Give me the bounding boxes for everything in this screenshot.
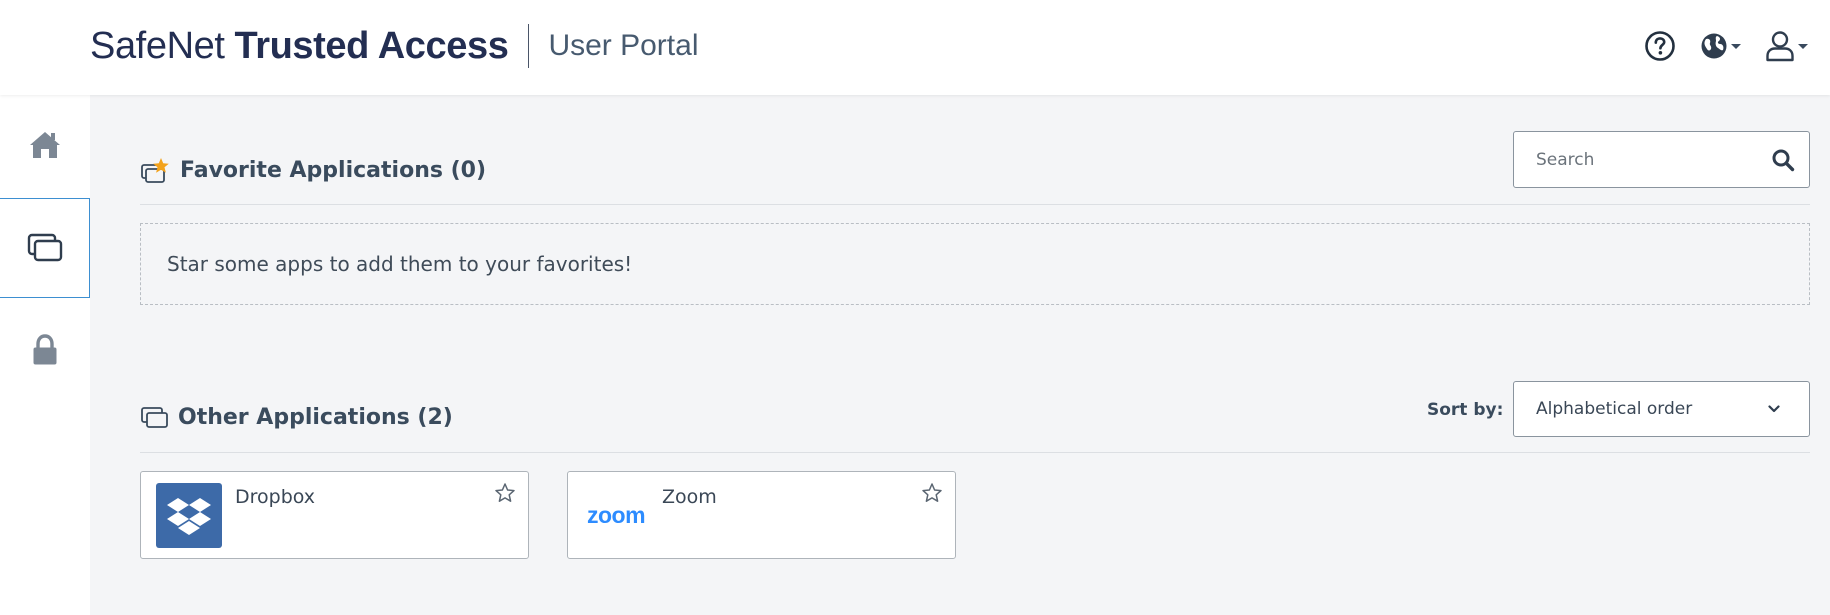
zoom-logo: zoom	[583, 483, 649, 548]
sidebar-item-home[interactable]	[0, 95, 90, 195]
brand-logo[interactable]: SafeNet Trusted Access User Portal	[90, 22, 698, 70]
applications-icon	[141, 406, 168, 428]
brand-name-bold: Trusted Access	[234, 24, 509, 67]
dropbox-logo	[156, 483, 222, 548]
app-name: Dropbox	[235, 486, 316, 508]
home-icon	[30, 132, 60, 158]
favorite-toggle-button[interactable]	[921, 482, 943, 508]
language-menu-button[interactable]	[1700, 32, 1741, 60]
other-apps-divider	[140, 452, 1810, 453]
search-button[interactable]	[1771, 148, 1795, 176]
app-card-zoom[interactable]: zoom Zoom	[567, 471, 956, 559]
sidebar-item-security[interactable]	[0, 300, 90, 400]
sort-select[interactable]: Alphabetical order	[1513, 381, 1810, 437]
chevron-down-icon	[1798, 43, 1808, 49]
favorite-applications-icon	[141, 158, 169, 183]
favorites-title: Favorite Applications (0)	[180, 157, 487, 183]
top-right-toolbar	[1620, 28, 1808, 64]
brand-divider	[528, 24, 530, 68]
applications-icon	[27, 233, 62, 262]
other-apps-title: Other Applications (2)	[178, 405, 453, 430]
globe-icon	[1701, 33, 1727, 59]
sidebar	[0, 95, 90, 615]
brand-name-light: SafeNet	[90, 24, 225, 67]
chevron-down-icon	[1768, 405, 1780, 413]
search-box	[1513, 131, 1810, 188]
search-input[interactable]	[1514, 132, 1764, 187]
favorites-empty-message: Star some apps to add them to your favor…	[167, 252, 633, 276]
lock-icon	[33, 334, 57, 365]
portal-title: User Portal	[548, 29, 699, 62]
app-card-dropbox[interactable]: Dropbox	[140, 471, 529, 559]
favorites-divider	[140, 204, 1810, 205]
favorites-section-header: Favorite Applications (0)	[140, 157, 486, 183]
user-menu-button[interactable]	[1765, 30, 1808, 62]
favorites-empty-state: Star some apps to add them to your favor…	[140, 223, 1810, 305]
help-icon	[1645, 31, 1675, 61]
top-bar: SafeNet Trusted Access User Portal	[0, 0, 1830, 95]
app-name: Zoom	[662, 486, 717, 508]
star-outline-icon	[922, 483, 942, 502]
search-icon	[1772, 149, 1795, 172]
sort-selected-value: Alphabetical order	[1536, 399, 1693, 419]
dropbox-icon	[167, 497, 211, 535]
user-icon	[1766, 31, 1794, 62]
sidebar-item-applications[interactable]	[0, 198, 90, 298]
zoom-logo-text: zoom	[586, 502, 646, 528]
help-button[interactable]	[1644, 30, 1676, 62]
chevron-down-icon	[1731, 43, 1741, 49]
other-apps-section-header: Other Applications (2)	[140, 405, 453, 430]
star-outline-icon	[495, 483, 515, 502]
favorite-toggle-button[interactable]	[494, 482, 516, 508]
sort-label: Sort by:	[1427, 400, 1504, 420]
